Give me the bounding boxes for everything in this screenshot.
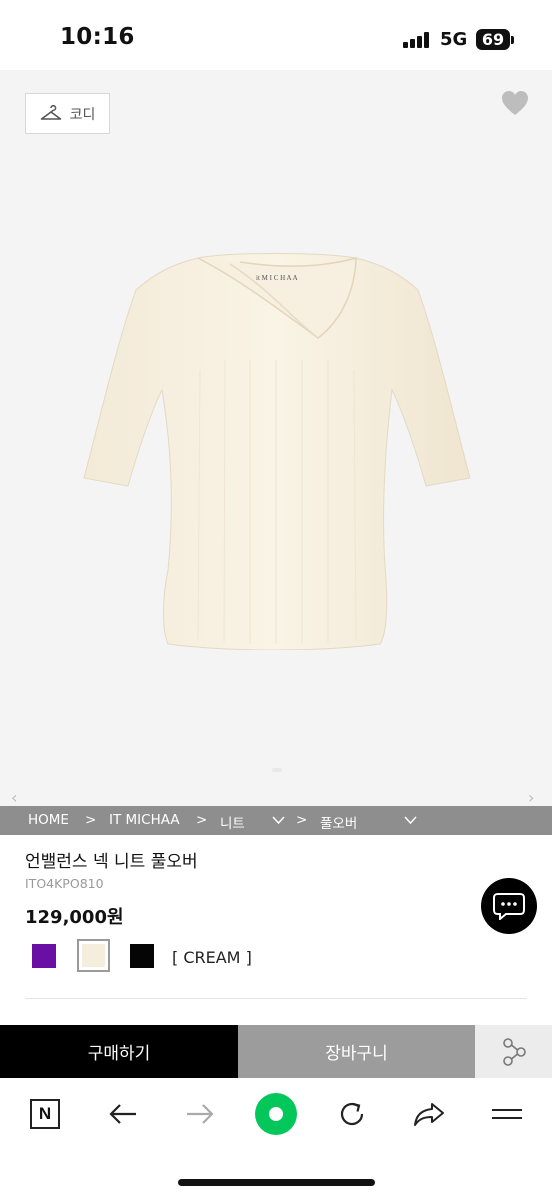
status-time: 10:16 — [60, 24, 135, 50]
product-price: 129,000원 — [25, 907, 124, 928]
back-arrow-icon — [109, 1104, 136, 1124]
svg-text:it M I C H A A: it M I C H A A — [256, 274, 298, 282]
selected-color-label: [ CREAM ] — [172, 948, 252, 967]
menu-icon — [492, 1109, 522, 1119]
green-home-icon — [269, 1107, 283, 1121]
breadcrumb: HOME > IT MICHAA > 니트 > 풀오버 — [0, 806, 552, 835]
menu-button[interactable] — [487, 1094, 527, 1134]
share-button[interactable] — [475, 1025, 552, 1078]
product-photo: it M I C H A A — [83, 253, 471, 650]
divider — [25, 998, 527, 999]
product-code: ITO4KPO810 — [25, 876, 104, 891]
color-swatch-cream-fill — [82, 944, 105, 967]
share-arrow-icon — [414, 1103, 444, 1126]
breadcrumb-brand[interactable]: IT MICHAA — [109, 812, 180, 828]
chat-button[interactable] — [481, 878, 537, 934]
network-type: 5G — [440, 29, 468, 50]
color-swatch-purple[interactable] — [32, 944, 56, 968]
status-bar: 10:16 5G 69 — [0, 0, 552, 70]
refresh-button[interactable] — [332, 1094, 372, 1134]
forward-arrow-icon — [187, 1104, 214, 1124]
breadcrumb-category[interactable]: 니트 — [220, 812, 245, 832]
product-image-area[interactable]: 코디 it M I C H A A ‹ › — [0, 70, 552, 807]
naver-n-icon: N — [30, 1099, 60, 1129]
browser-toolbar: N — [0, 1078, 552, 1200]
codi-button[interactable]: 코디 — [25, 93, 110, 134]
breadcrumb-separator: > — [85, 812, 97, 828]
signal-icon — [403, 32, 431, 48]
prev-image-arrow-icon[interactable]: ‹ — [11, 788, 17, 807]
battery-cap — [511, 36, 514, 44]
chat-bubble-icon — [493, 893, 525, 920]
chevron-down-icon[interactable] — [404, 816, 417, 825]
hanger-icon — [40, 104, 61, 120]
home-indicator — [178, 1179, 375, 1186]
naver-n-button[interactable]: N — [25, 1094, 65, 1134]
heart-icon[interactable] — [501, 90, 529, 116]
forward-button[interactable] — [180, 1094, 220, 1134]
cart-button[interactable]: 장바구니 — [238, 1025, 475, 1078]
battery-icon: 69 — [476, 29, 510, 50]
breadcrumb-separator: > — [196, 812, 208, 828]
next-image-arrow-icon[interactable]: › — [528, 788, 534, 807]
buy-button-label: 구매하기 — [87, 1044, 151, 1064]
color-swatch-cream[interactable] — [77, 939, 110, 972]
share-nodes-icon — [502, 1037, 526, 1066]
breadcrumb-home[interactable]: HOME — [28, 812, 69, 828]
codi-label: 코디 — [69, 106, 96, 123]
breadcrumb-subcategory[interactable]: 풀오버 — [320, 812, 357, 832]
share-page-button[interactable] — [409, 1094, 449, 1134]
color-swatch-black[interactable] — [130, 944, 154, 968]
breadcrumb-separator: > — [296, 812, 308, 828]
back-button[interactable] — [103, 1094, 143, 1134]
buy-button[interactable]: 구매하기 — [0, 1025, 238, 1078]
refresh-icon — [340, 1102, 364, 1126]
chevron-down-icon[interactable] — [272, 816, 285, 825]
product-name: 언밸런스 넥 니트 풀오버 — [25, 852, 198, 872]
slide-indicator — [272, 768, 282, 772]
green-home-button[interactable] — [255, 1093, 297, 1135]
cart-button-label: 장바구니 — [325, 1044, 388, 1064]
